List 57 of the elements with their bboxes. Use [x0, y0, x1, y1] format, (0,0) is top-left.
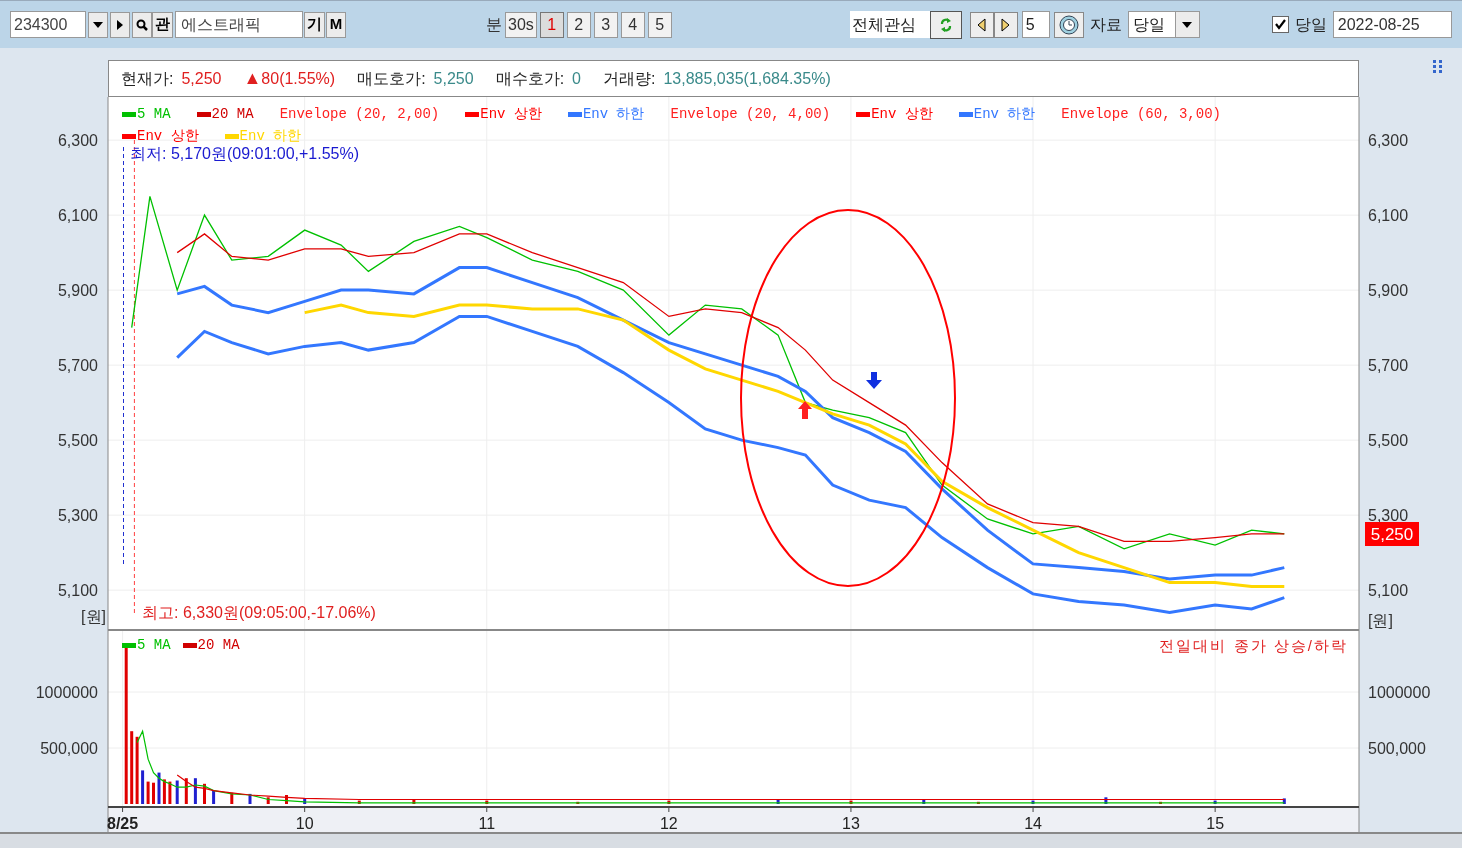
legend-label: Env 상한: [480, 105, 542, 124]
legend-label: Env 상한: [871, 105, 933, 124]
legend-label: 20 MA: [211, 105, 254, 124]
axis-label: 6,100: [57, 207, 98, 225]
legend-label: 5 MA: [137, 636, 171, 655]
axis-label: 15: [1206, 815, 1225, 832]
data-label: 자료: [1089, 14, 1122, 35]
legend-label: Env 상한: [137, 127, 199, 146]
axis-label: 5,900: [1368, 282, 1409, 300]
axis-label: 500,000: [40, 740, 98, 757]
axis-label: 12: [659, 815, 678, 832]
field-label: 매도호가:: [357, 68, 426, 89]
axis-label: 6,300: [1368, 132, 1409, 150]
change-value: 80(1.55%): [261, 68, 336, 89]
axis-label: 5,300: [1368, 507, 1409, 525]
legend-label: Env 하한: [582, 105, 645, 124]
axis-label: 1000000: [1368, 684, 1431, 702]
axis-label: 500,000: [1368, 740, 1426, 757]
field-value: 0: [572, 68, 581, 89]
period-label: 분: [486, 14, 502, 35]
axis-label: 5,700: [57, 357, 98, 375]
chart-annotation: 최저: 5,170원(09:01:00,+1.55%): [130, 145, 360, 162]
field-value: 5,250: [181, 68, 222, 89]
field-value: 13,885,035(1,684.35%): [663, 68, 831, 89]
today-label: 당일: [1294, 14, 1327, 35]
legend-label: Env 하한: [973, 105, 1036, 124]
legend-title: Envelope (60, 3,00): [1061, 105, 1221, 124]
field-label: 매수호가:: [495, 68, 565, 89]
axis-label: 5,700: [1368, 357, 1409, 375]
field-label: 거래량:: [603, 68, 656, 89]
legend-label: Env 하한: [239, 127, 302, 146]
axis-label: 5,100: [57, 582, 98, 600]
axis-label: 5,500: [57, 432, 98, 450]
legend-title: Envelope (20, 4,00): [670, 105, 831, 124]
axis-label: 13: [842, 815, 860, 832]
field-value: 5,250: [433, 68, 474, 89]
change-sign: ▲: [243, 67, 262, 90]
chart-note: 전일대비 종가 상승/하락: [1159, 636, 1348, 656]
chart-annotation: 최고: 6,330원(09:05:00,-17.06%): [142, 604, 376, 621]
axis-unit: [원]: [81, 608, 106, 625]
axis-unit: [원]: [1368, 612, 1393, 629]
legend-label: 20 MA: [197, 636, 240, 655]
axis-label: 8/25: [107, 815, 139, 832]
axis-label: 6,100: [1368, 207, 1409, 225]
axis-label: 10: [295, 815, 314, 832]
axis-label: 14: [1024, 815, 1042, 832]
price-tag: 5,250: [1365, 522, 1419, 546]
axis-label: 5,100: [1368, 582, 1409, 600]
field-label: 현재가:: [121, 68, 174, 89]
legend-title: Envelope (20, 2,00): [279, 105, 440, 124]
axis-label: 6,300: [57, 132, 98, 150]
axis-label: 5,500: [1368, 432, 1409, 450]
axis-label: 11: [478, 815, 496, 832]
legend-label: 5 MA: [137, 105, 171, 124]
axis-label: 5,900: [57, 282, 98, 300]
axis-label: 1000000: [35, 684, 98, 702]
axis-label: 5,300: [57, 507, 98, 525]
